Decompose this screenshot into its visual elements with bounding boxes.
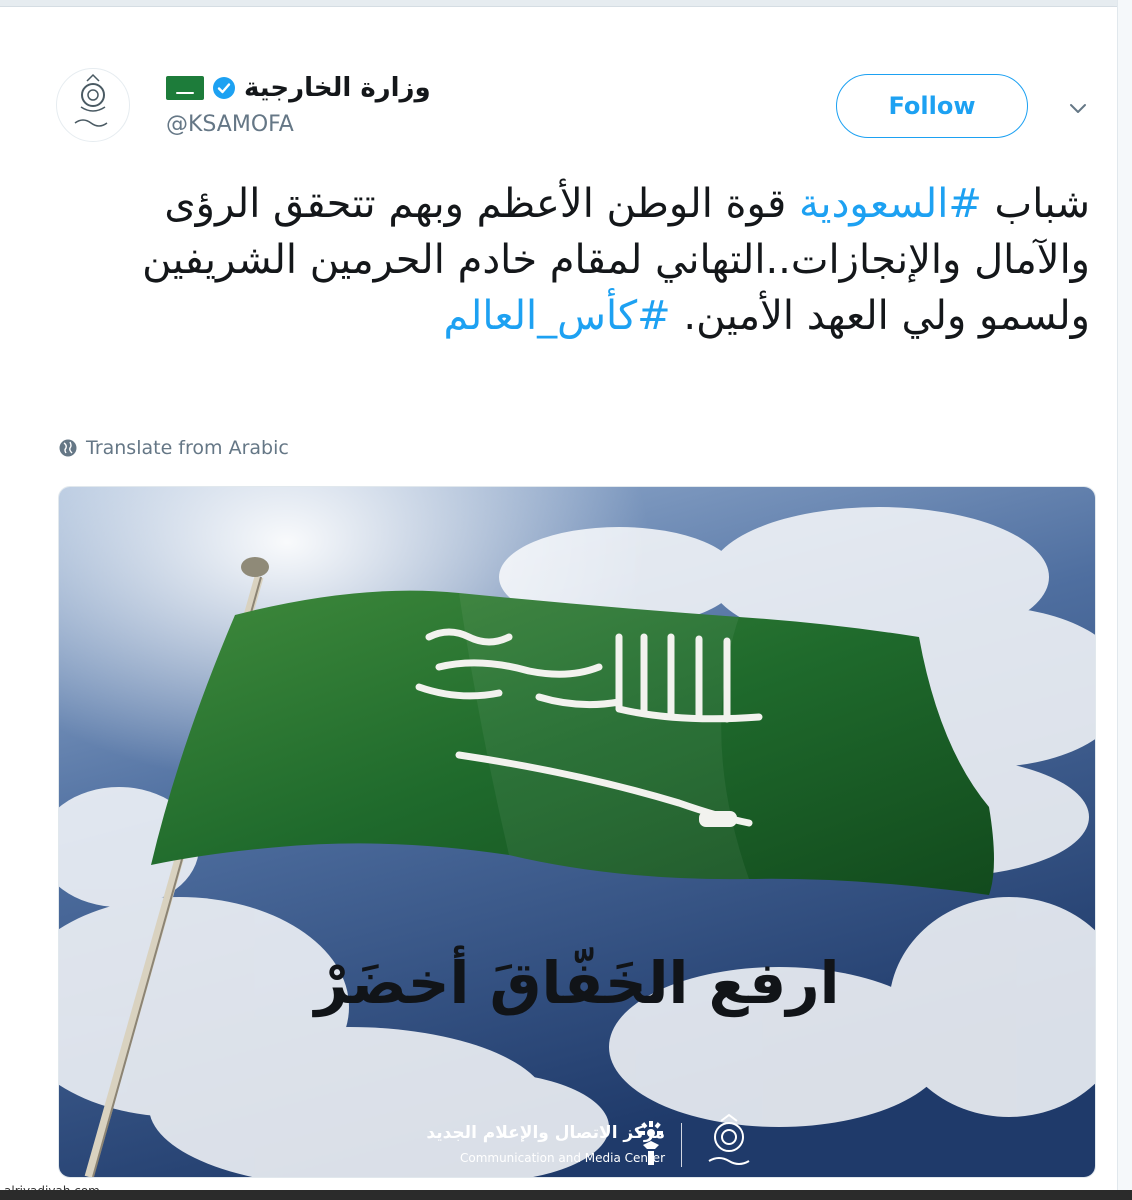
- display-name[interactable]: وزارة الخارجية: [244, 73, 431, 103]
- follow-button[interactable]: Follow: [836, 74, 1028, 138]
- bottom-bar: [0, 1190, 1132, 1200]
- flag-photo: [59, 487, 1095, 1177]
- globe-icon: [59, 439, 77, 457]
- org-name-arabic: مركز الاتصال والإعلام الجديد: [426, 1123, 665, 1143]
- chevron-down-icon[interactable]: [1066, 96, 1090, 120]
- logo-divider: [681, 1123, 682, 1167]
- org-name-english: Communication and Media Center: [459, 1151, 665, 1165]
- ministry-emblem-icon: [74, 73, 108, 127]
- scrollbar-track[interactable]: [1117, 0, 1132, 1190]
- hashtag-link[interactable]: #السعودية: [799, 181, 982, 227]
- verified-badge-icon: [213, 77, 235, 99]
- ministry-emblem-icon: [708, 1113, 750, 1165]
- media-center-logo-icon: [639, 1121, 663, 1165]
- translate-label[interactable]: Translate from Arabic: [86, 437, 289, 459]
- saudi-flag-icon: [166, 76, 204, 100]
- tweet-text-segment: شباب: [981, 181, 1090, 227]
- top-border: [0, 0, 1132, 7]
- tweet-text: شباب #السعودية قوة الوطن الأعظم وبهم تتح…: [60, 176, 1090, 344]
- avatar[interactable]: [56, 68, 130, 142]
- hashtag-link[interactable]: #كأس_العالم: [444, 293, 671, 339]
- tweet-media-image[interactable]: ارفع الخَفّاقَ أخضَرْ مركز الاتصال والإع…: [58, 486, 1096, 1178]
- account-name-row[interactable]: وزارة الخارجية: [166, 68, 586, 108]
- media-slogan: ارفع الخَفّاقَ أخضَرْ: [314, 949, 840, 1017]
- account-handle[interactable]: @KSAMOFA: [166, 112, 294, 137]
- translate-link[interactable]: Translate from Arabic: [58, 434, 289, 462]
